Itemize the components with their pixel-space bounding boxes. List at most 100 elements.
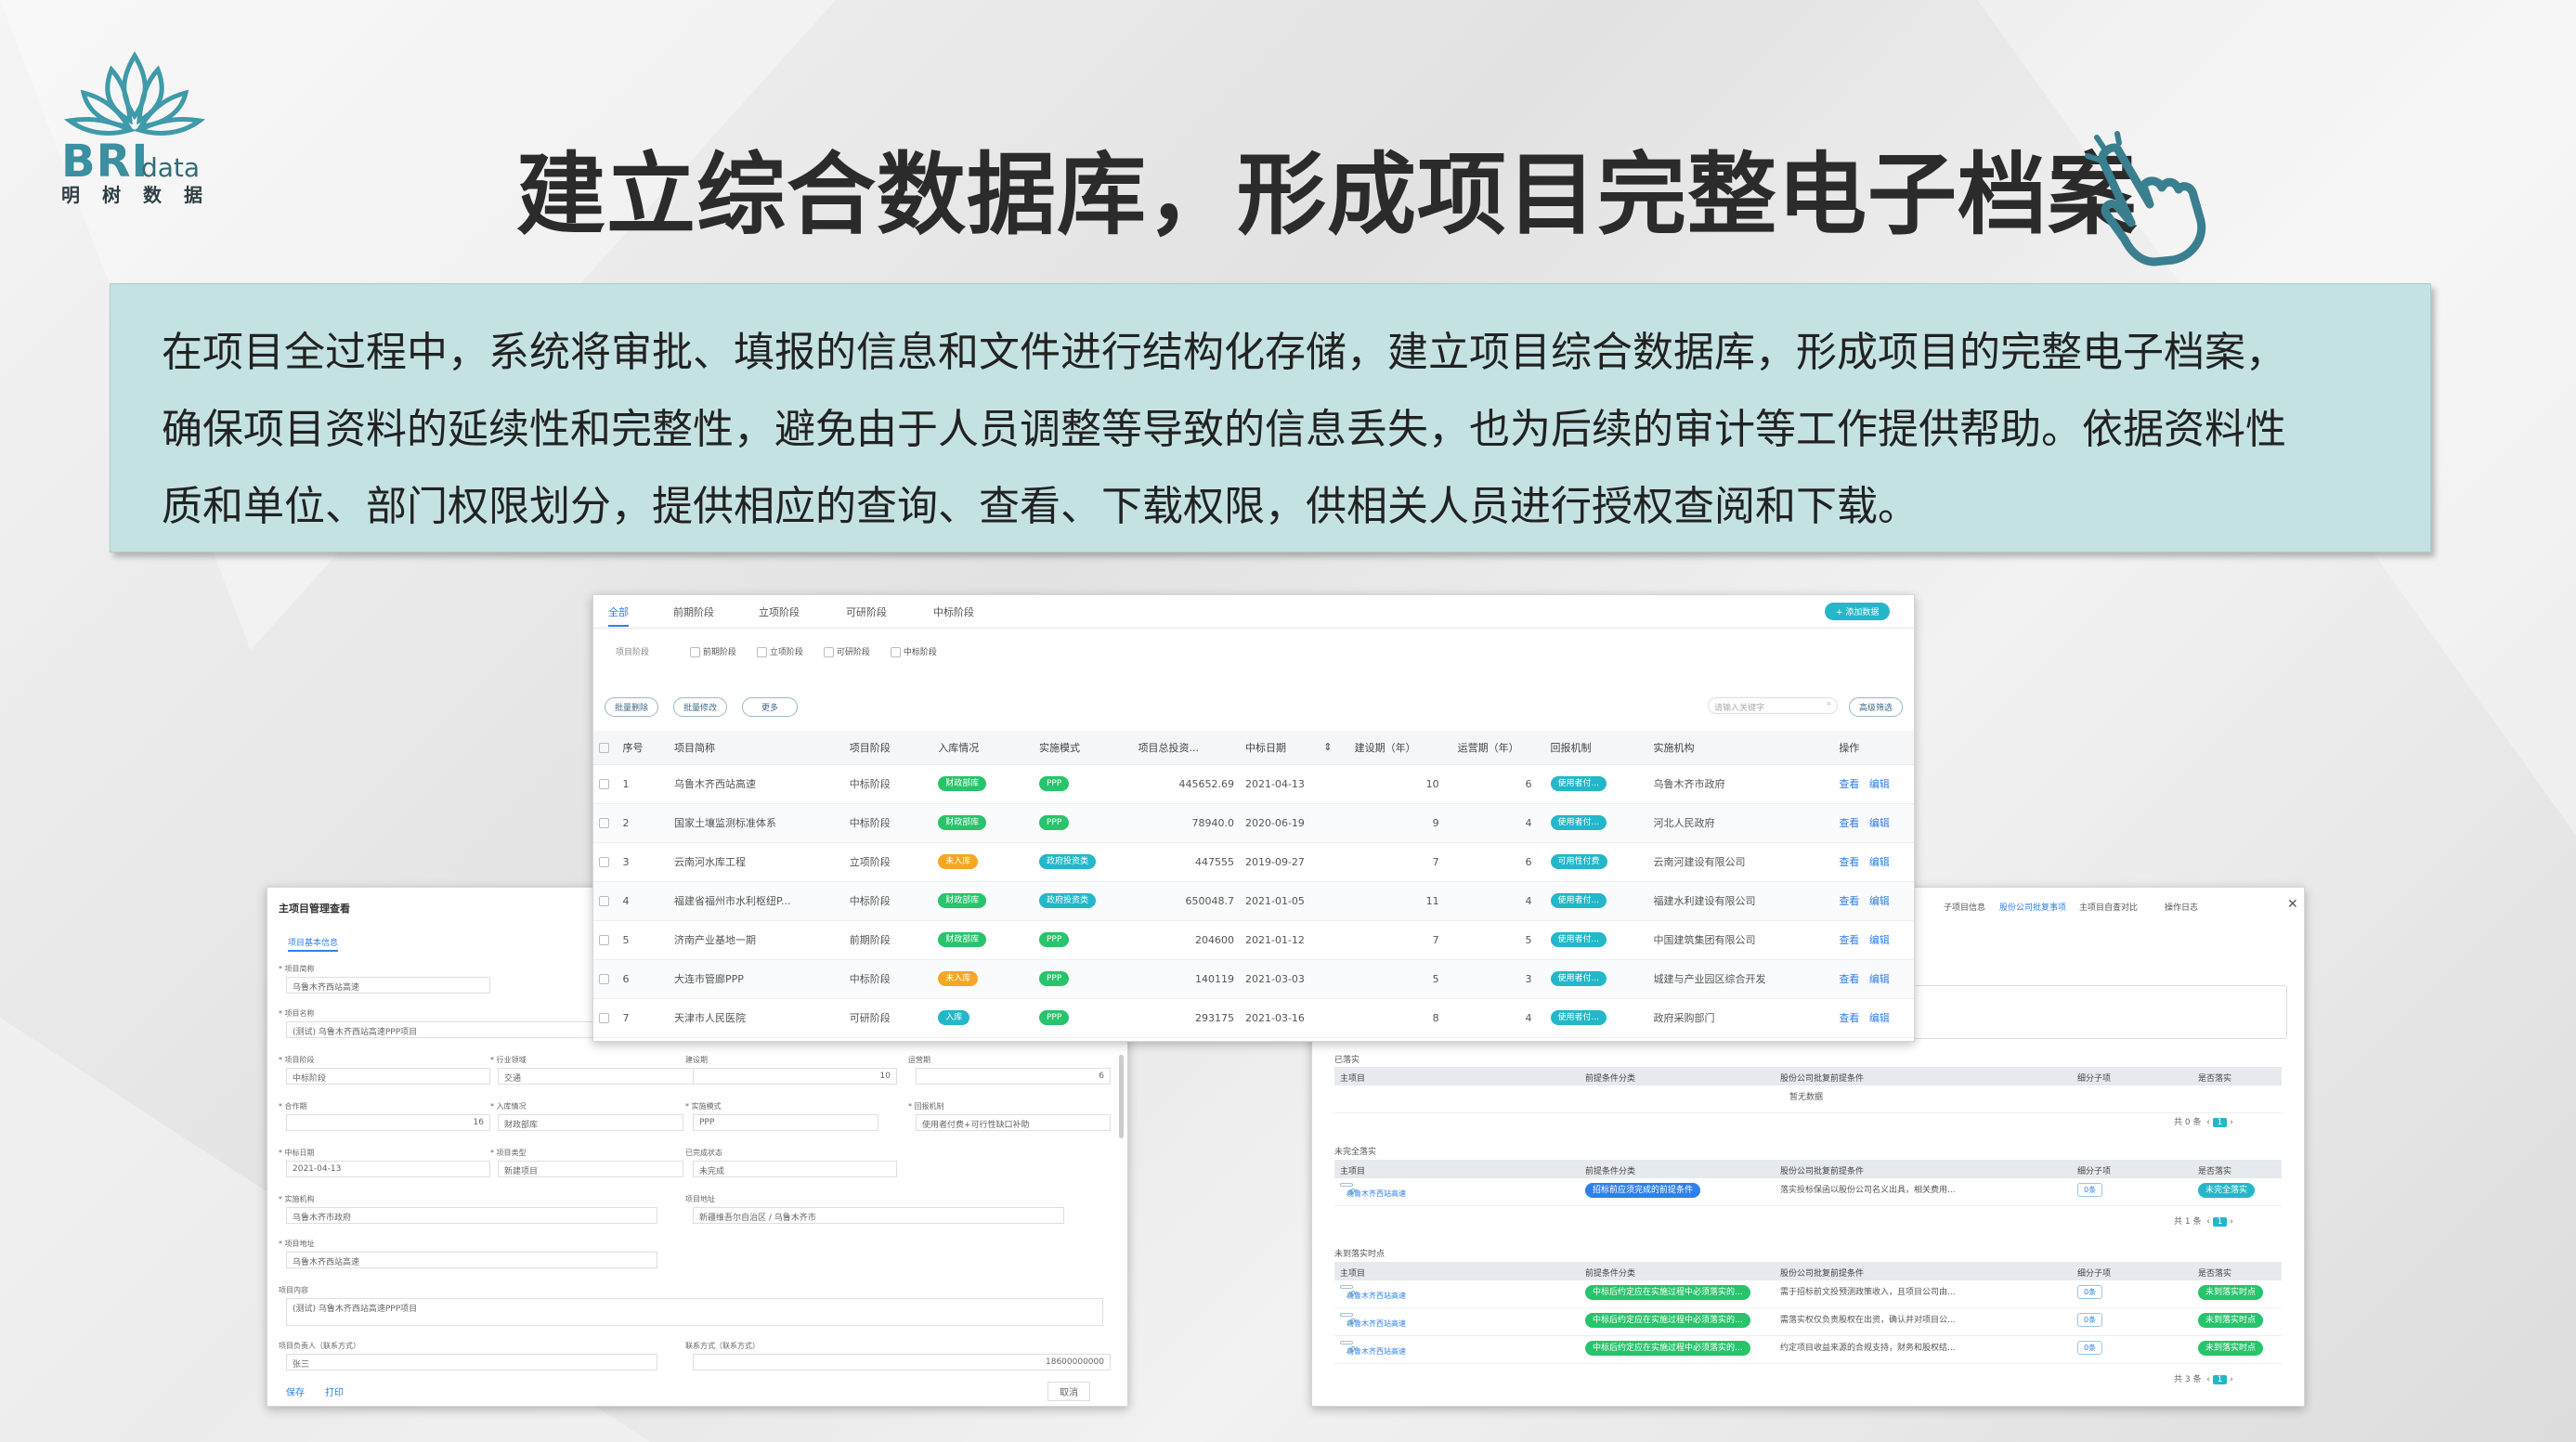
field-input[interactable]: 10 (693, 1068, 897, 1085)
batch-edit-button[interactable]: 批量修改 (673, 697, 728, 717)
view-link[interactable]: 查看 (1839, 1012, 1859, 1024)
project-tag[interactable]: 🔗 乌鲁木齐西站高速 (1340, 1341, 1406, 1356)
row-checkbox[interactable] (593, 920, 618, 960)
table-row[interactable]: 7 天津市人民医院 可研阶段 入库 PPP 293175 2021-03-16 8 4 使用者付.… (593, 998, 1914, 1038)
close-icon[interactable]: ✕ (2287, 897, 2298, 912)
edit-link[interactable]: 编辑 (1869, 856, 1890, 868)
tab-compare[interactable]: 主项目自查对比 (2079, 901, 2138, 913)
column-header[interactable]: ⇕ (1318, 731, 1349, 765)
column-header[interactable]: 入库情况 (932, 731, 1034, 765)
pager[interactable]: 共 0 条 ‹ 1 › (2174, 1115, 2233, 1127)
field-input[interactable]: 18600000000 (693, 1354, 1111, 1371)
table-row[interactable]: 1 乌鲁木齐西站高速 中标阶段 财政部库 PPP 445652.69 2021-04-13 1… (593, 764, 1914, 804)
column-header[interactable]: 运营期（年） (1451, 731, 1545, 765)
page-number[interactable]: 1 (2212, 1375, 2228, 1384)
field-input[interactable]: 16 (286, 1114, 490, 1131)
column-header[interactable]: 序号 (617, 731, 670, 765)
edit-link[interactable]: 编辑 (1869, 1012, 1890, 1024)
column-header[interactable]: 项目阶段 (843, 731, 933, 765)
add-data-button[interactable]: + 添加数据 (1825, 603, 1891, 620)
view-link[interactable]: 查看 (1839, 817, 1859, 829)
table-row[interactable]: 🔗 乌鲁木齐西站高速 中标后约定应在实施过程中必须落实的... 约定项目收益来源的合… (1334, 1336, 2282, 1364)
column-header[interactable]: 项目简称 (669, 731, 844, 765)
field-input[interactable]: 张三 (286, 1354, 657, 1371)
sub-count-tag[interactable]: 0条 (2077, 1341, 2103, 1355)
column-header[interactable]: 建设期（年） (1348, 731, 1452, 765)
edit-link[interactable]: 编辑 (1869, 895, 1890, 907)
page-number[interactable]: 1 (2212, 1217, 2228, 1227)
pager[interactable]: 共 3 条 ‹ 1 › (2174, 1372, 2233, 1384)
project-tag[interactable]: 🔗 乌鲁木齐西站高速 (1340, 1183, 1406, 1198)
column-header[interactable] (593, 731, 618, 765)
filter-bid[interactable]: 中标阶段 (891, 645, 937, 657)
tab-feasibility[interactable]: 可研阶段 (846, 604, 887, 619)
field-input[interactable]: 乌鲁木齐西站高速 (286, 1252, 657, 1268)
tab-preliminary[interactable]: 前期阶段 (673, 604, 714, 619)
field-input[interactable]: 中标阶段 (286, 1068, 490, 1085)
table-row[interactable]: 🔗 乌鲁木齐西站高速 招标前应须完成的前提条件 落实投标保函以股份公司名义出具，相关… (1334, 1178, 2282, 1206)
view-link[interactable]: 查看 (1839, 778, 1859, 790)
table-row[interactable]: 3 云南河水库工程 立项阶段 未入库 政府投资类 447555 2019-09-27 7 6 可用… (593, 842, 1914, 882)
table-row[interactable]: 2 国家土壤监测标准体系 中标阶段 财政部库 PPP 78940.0 2020-06-19 9… (593, 803, 1914, 843)
more-button[interactable]: 更多 (742, 697, 799, 717)
column-header[interactable]: 回报机制 (1544, 731, 1648, 765)
row-checkbox[interactable] (593, 881, 618, 921)
table-row[interactable]: 🔗 乌鲁木齐西站高速 中标后约定应在实施过程中必须落实的... 需落实权仅负责股权在… (1334, 1308, 2282, 1336)
tab-subproject[interactable]: 子项目信息 (1944, 901, 1985, 913)
row-checkbox[interactable] (593, 803, 618, 843)
scrollbar[interactable] (1119, 1055, 1124, 1138)
edit-link[interactable]: 编辑 (1869, 817, 1890, 829)
filter-approval[interactable]: 立项阶段 (757, 645, 803, 657)
pager[interactable]: 共 1 条 ‹ 1 › (2174, 1215, 2233, 1227)
field-input[interactable]: 2021-04-13 (286, 1161, 490, 1177)
batch-delete-button[interactable]: 批量删除 (605, 697, 659, 717)
field-input[interactable]: 财政部库 (498, 1114, 683, 1131)
search-icon[interactable]: ⌕ (1827, 699, 1831, 708)
edit-link[interactable]: 编辑 (1869, 934, 1890, 946)
view-link[interactable]: 查看 (1839, 934, 1859, 946)
column-header[interactable]: 项目总投资... (1132, 731, 1240, 765)
filter-preliminary[interactable]: 前期阶段 (690, 645, 736, 657)
view-link[interactable]: 查看 (1839, 856, 1859, 868)
field-input[interactable]: 使用者付费+可行性缺口补助 (916, 1114, 1111, 1131)
sub-count-tag[interactable]: 0条 (2077, 1285, 2103, 1299)
save-link[interactable]: 保存 (286, 1384, 305, 1398)
column-header[interactable]: 实施机构 (1647, 731, 1834, 765)
field-input[interactable]: 乌鲁木齐西站高速 (286, 977, 490, 994)
view-link[interactable]: 查看 (1839, 973, 1859, 985)
row-checkbox[interactable] (593, 842, 618, 882)
field-input[interactable]: 新疆维吾尔自治区 / 乌鲁木齐市 (693, 1207, 1064, 1224)
project-tag[interactable]: 🔗 乌鲁木齐西站高速 (1340, 1285, 1406, 1300)
field-input[interactable]: 6 (916, 1068, 1111, 1085)
field-input[interactable]: 乌鲁木齐市政府 (286, 1207, 657, 1224)
field-input[interactable]: PPP (693, 1114, 878, 1131)
sub-count-tag[interactable]: 0条 (2077, 1313, 2103, 1327)
tab-approval[interactable]: 立项阶段 (759, 604, 800, 619)
field-input[interactable]: 交通 (498, 1068, 702, 1085)
edit-link[interactable]: 编辑 (1869, 973, 1890, 985)
row-checkbox[interactable] (593, 998, 618, 1038)
print-link[interactable]: 打印 (325, 1384, 344, 1398)
row-checkbox[interactable] (593, 764, 618, 804)
row-checkbox[interactable] (593, 959, 618, 999)
table-row[interactable]: 6 大连市管廊PPP 中标阶段 未入库 PPP 140119 2021-03-03 5 3 使用者… (593, 959, 1914, 999)
cancel-button[interactable]: 取消 (1047, 1382, 1090, 1401)
filter-feasibility[interactable]: 可研阶段 (824, 645, 870, 657)
project-tag[interactable]: 🔗 乌鲁木齐西站高速 (1340, 1313, 1406, 1328)
column-header[interactable]: 操作 (1833, 731, 1914, 765)
tab-log[interactable]: 操作日志 (2165, 901, 2198, 913)
view-link[interactable]: 查看 (1839, 895, 1859, 907)
column-header[interactable]: 中标日期 (1240, 731, 1319, 765)
table-row[interactable]: 🔗 乌鲁木齐西站高速 中标后约定应在实施过程中必须落实的... 需于招标前文投预测政… (1334, 1280, 2282, 1308)
field-input[interactable]: 未完成 (693, 1161, 897, 1177)
page-number[interactable]: 1 (2212, 1118, 2228, 1127)
edit-link[interactable]: 编辑 (1869, 778, 1890, 790)
search-input[interactable]: 请输入关键字 ⌕ (1708, 697, 1838, 714)
field-input[interactable]: (测试) 乌鲁木齐西站高速PPP项目 (286, 1298, 1103, 1326)
column-header[interactable]: 实施模式 (1034, 731, 1133, 765)
table-row[interactable]: 5 济南产业基地一期 前期阶段 财政部库 PPP 204600 2021-01-12 7 5 使用… (593, 920, 1914, 960)
tab-approval[interactable]: 股份公司批复事项 (1999, 901, 2066, 913)
field-input[interactable]: 新建项目 (498, 1161, 683, 1177)
advanced-filter-button[interactable]: 高级筛选 (1849, 697, 1904, 717)
table-row[interactable]: 4 福建省福州市水利枢纽P... 中标阶段 财政部库 政府投资类 650048.7 2021… (593, 881, 1914, 921)
